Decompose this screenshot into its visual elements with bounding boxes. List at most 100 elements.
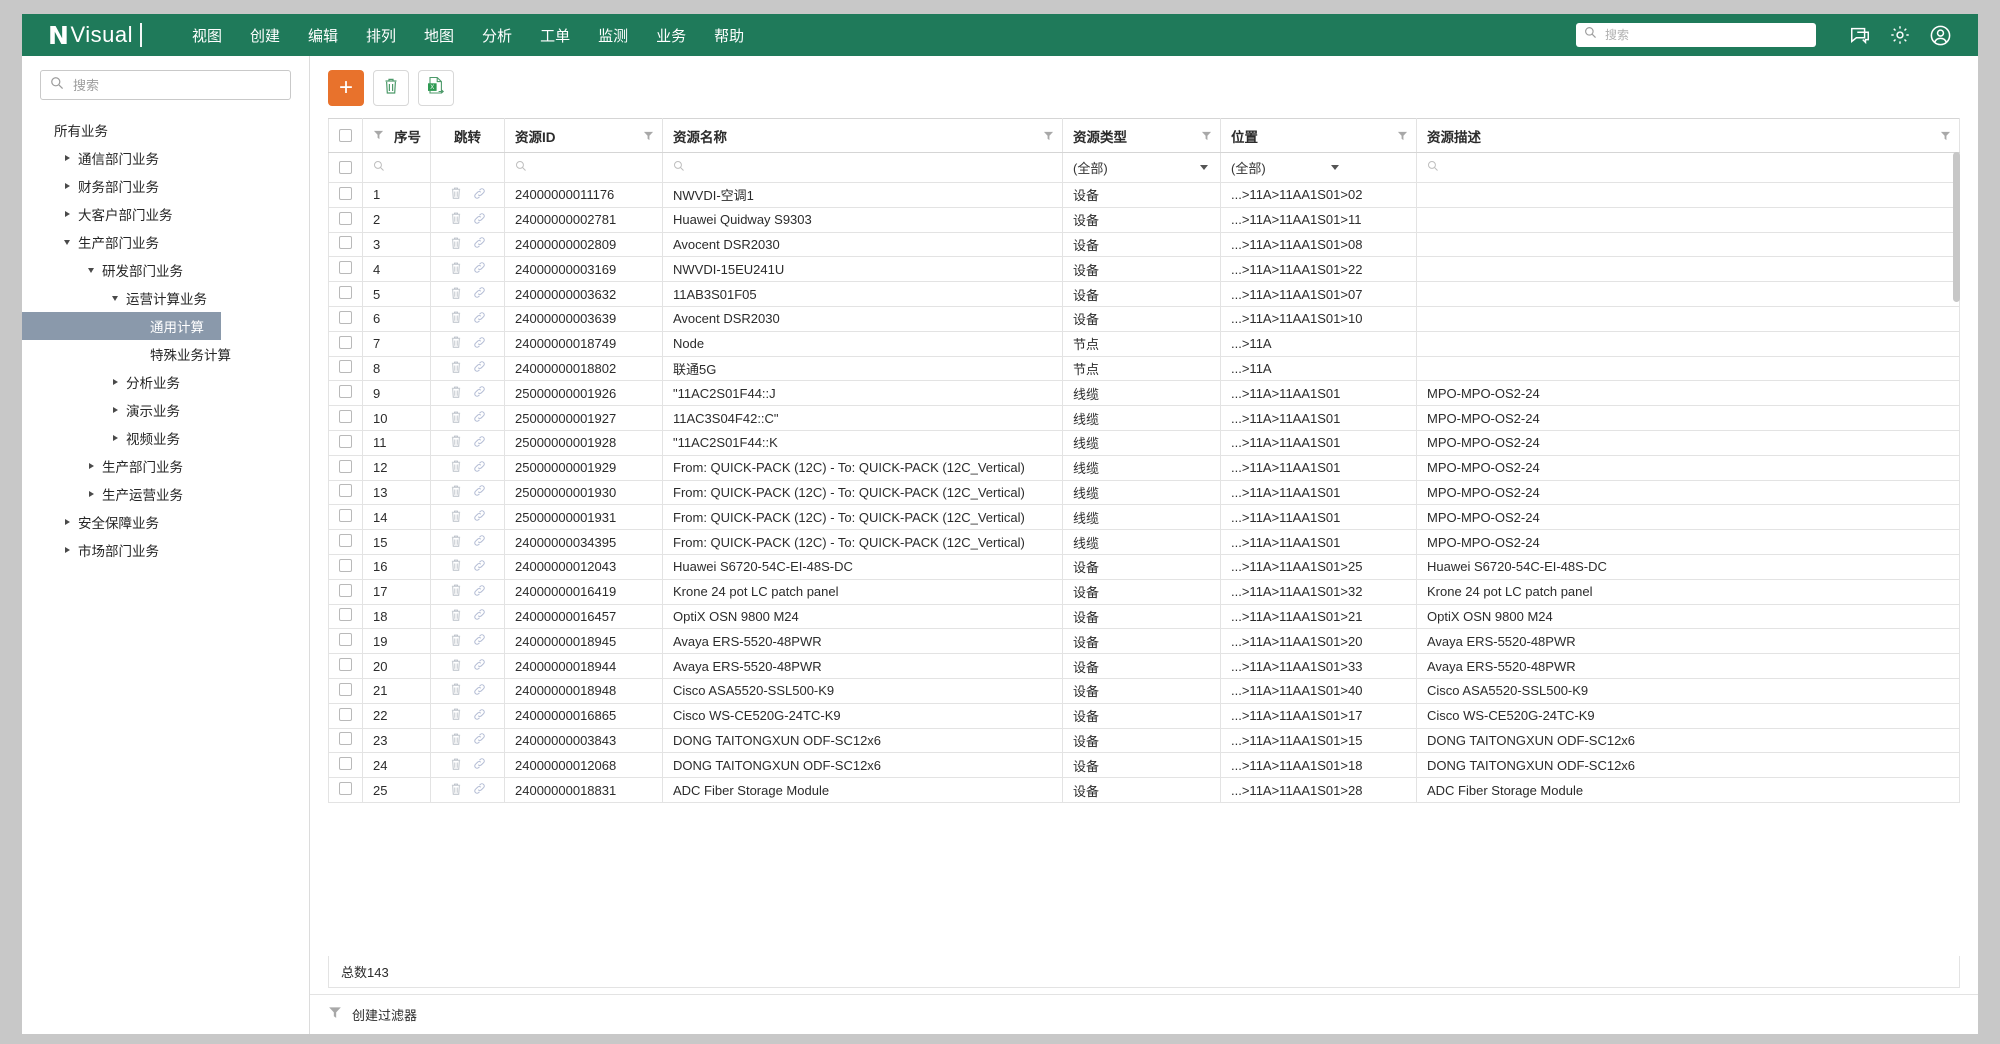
row-checkbox[interactable] (339, 484, 352, 498)
row-link-icon[interactable] (473, 236, 486, 252)
row-checkbox[interactable] (339, 608, 352, 622)
gear-icon[interactable] (1880, 14, 1920, 56)
col-header-seq[interactable]: 序号 (362, 118, 431, 153)
row-delete-icon[interactable] (450, 757, 462, 774)
tree-item-5[interactable]: 研发部门业务 (22, 256, 309, 284)
row-link-icon[interactable] (473, 187, 486, 203)
row-delete-icon[interactable] (450, 459, 462, 476)
filter-icon[interactable] (1201, 129, 1212, 144)
row-link-icon[interactable] (473, 608, 486, 624)
tree-item-10[interactable]: 演示业务 (22, 396, 309, 424)
row-delete-icon[interactable] (450, 385, 462, 402)
global-search-input[interactable] (1603, 27, 1808, 43)
table-row[interactable]: 16 24000000012043 Huawei S6720-54C-EI-48S-… (328, 553, 1960, 580)
table-row[interactable]: 1 24000000011176 NWVDI-空调1 设备 ...>11A>11AA1S… (328, 182, 1960, 208)
filter-select-all-checkbox[interactable] (339, 161, 352, 174)
filter-icon[interactable] (1397, 129, 1408, 144)
chevron-down-icon[interactable] (108, 295, 122, 301)
row-delete-icon[interactable] (450, 434, 462, 451)
app-logo[interactable]: N Visual (48, 21, 142, 50)
row-checkbox[interactable] (339, 360, 352, 374)
row-delete-icon[interactable] (450, 682, 462, 699)
row-delete-icon[interactable] (450, 410, 462, 427)
sidebar-search-input[interactable] (71, 76, 281, 94)
row-link-icon[interactable] (473, 410, 486, 426)
table-row[interactable]: 17 24000000016419 Krone 24 pot LC patch pa… (328, 578, 1960, 605)
filter-name-cell[interactable] (662, 152, 1063, 183)
filter-icon[interactable] (1940, 129, 1951, 144)
chevron-down-icon[interactable] (84, 267, 98, 273)
menu-item-analysis[interactable]: 分析 (468, 19, 526, 52)
menu-item-help[interactable]: 帮助 (700, 19, 758, 52)
table-row[interactable]: 2 24000000002781 Huawei Quidway S9303 设备...… (328, 206, 1960, 233)
table-row[interactable]: 20 24000000018944 Avaya ERS-5520-48PWR 设备..… (328, 653, 1960, 679)
table-row[interactable]: 10 25000000001927 11AC3S04F42::C" 线缆 ...>11A… (328, 405, 1960, 431)
table-row[interactable]: 4 24000000003169 NWVDI-15EU241U 设备 ...>11A>1… (328, 256, 1960, 283)
row-checkbox[interactable] (339, 211, 352, 225)
tree-item-2[interactable]: 财务部门业务 (22, 172, 309, 200)
global-search-box[interactable] (1576, 23, 1816, 47)
chevron-right-icon[interactable] (108, 407, 122, 413)
row-delete-icon[interactable] (450, 732, 462, 749)
row-link-icon[interactable] (473, 336, 486, 352)
row-checkbox[interactable] (339, 583, 352, 597)
table-row[interactable]: 6 24000000003639 Avocent DSR2030 设备 ...>11A>… (328, 305, 1960, 332)
tree-item-6[interactable]: 运营计算业务 (22, 284, 309, 312)
row-link-icon[interactable] (473, 360, 486, 376)
row-delete-icon[interactable] (450, 633, 462, 650)
table-row[interactable]: 11 25000000001928 "11AC2S01F44::K 线缆 ...>11A… (328, 429, 1960, 456)
col-header-description[interactable]: 资源描述 (1416, 118, 1960, 153)
row-checkbox[interactable] (339, 509, 352, 523)
row-link-icon[interactable] (473, 708, 486, 724)
chevron-right-icon[interactable] (108, 379, 122, 385)
row-delete-icon[interactable] (450, 583, 462, 600)
row-delete-icon[interactable] (450, 236, 462, 253)
chevron-right-icon[interactable] (84, 491, 98, 497)
row-link-icon[interactable] (473, 509, 486, 525)
menu-item-edit[interactable]: 编辑 (294, 19, 352, 52)
menu-item-monitor[interactable]: 监测 (584, 19, 642, 52)
tree-item-15[interactable]: 市场部门业务 (22, 536, 309, 564)
delete-button[interactable] (373, 70, 409, 106)
row-link-icon[interactable] (473, 460, 486, 476)
col-header-type[interactable]: 资源类型 (1062, 118, 1221, 153)
tree-item-7[interactable]: 通用计算 (22, 312, 221, 340)
row-delete-icon[interactable] (450, 484, 462, 501)
row-checkbox[interactable] (339, 186, 352, 200)
row-delete-icon[interactable] (450, 211, 462, 228)
chevron-right-icon[interactable] (84, 463, 98, 469)
tree-item-4[interactable]: 生产部门业务 (22, 228, 309, 256)
filter-id-cell[interactable] (504, 152, 663, 183)
row-link-icon[interactable] (473, 435, 486, 451)
table-row[interactable]: 18 24000000016457 OptiX OSN 9800 M24 设备 ...>… (328, 603, 1960, 630)
row-checkbox[interactable] (339, 434, 352, 448)
filter-description-cell[interactable] (1416, 152, 1960, 183)
table-row[interactable]: 9 25000000001926 "11AC2S01F44::J 线缆 ...>11A>… (328, 380, 1960, 407)
row-checkbox[interactable] (339, 633, 352, 647)
row-delete-icon[interactable] (450, 186, 462, 203)
row-checkbox[interactable] (339, 385, 352, 399)
col-header-name[interactable]: 资源名称 (662, 118, 1063, 153)
row-delete-icon[interactable] (450, 286, 462, 303)
row-delete-icon[interactable] (450, 261, 462, 278)
tree-item-0[interactable]: 所有业务 (22, 116, 309, 144)
export-excel-button[interactable]: X (418, 70, 454, 106)
user-icon[interactable] (1920, 14, 1960, 56)
row-link-icon[interactable] (473, 261, 486, 277)
menu-item-arrange[interactable]: 排列 (352, 19, 410, 52)
chevron-right-icon[interactable] (60, 211, 74, 217)
table-row[interactable]: 21 24000000018948 Cisco ASA5520-SSL500-K9 设… (328, 677, 1960, 704)
table-row[interactable]: 19 24000000018945 Avaya ERS-5520-48PWR 设备..… (328, 628, 1960, 655)
row-checkbox[interactable] (339, 459, 352, 473)
row-checkbox[interactable] (339, 335, 352, 349)
row-link-icon[interactable] (473, 782, 486, 798)
row-checkbox[interactable] (339, 682, 352, 696)
table-row[interactable]: 5 24000000003632 11AB3S01F05 设备 ...>11A>11AA… (328, 281, 1960, 307)
row-checkbox[interactable] (339, 782, 352, 796)
row-delete-icon[interactable] (450, 360, 462, 377)
table-row[interactable]: 3 24000000002809 Avocent DSR2030 设备 ...>11A>… (328, 231, 1960, 258)
row-checkbox[interactable] (339, 757, 352, 771)
row-checkbox[interactable] (339, 558, 352, 572)
col-header-location[interactable]: 位置 (1220, 118, 1417, 153)
tree-item-9[interactable]: 分析业务 (22, 368, 309, 396)
